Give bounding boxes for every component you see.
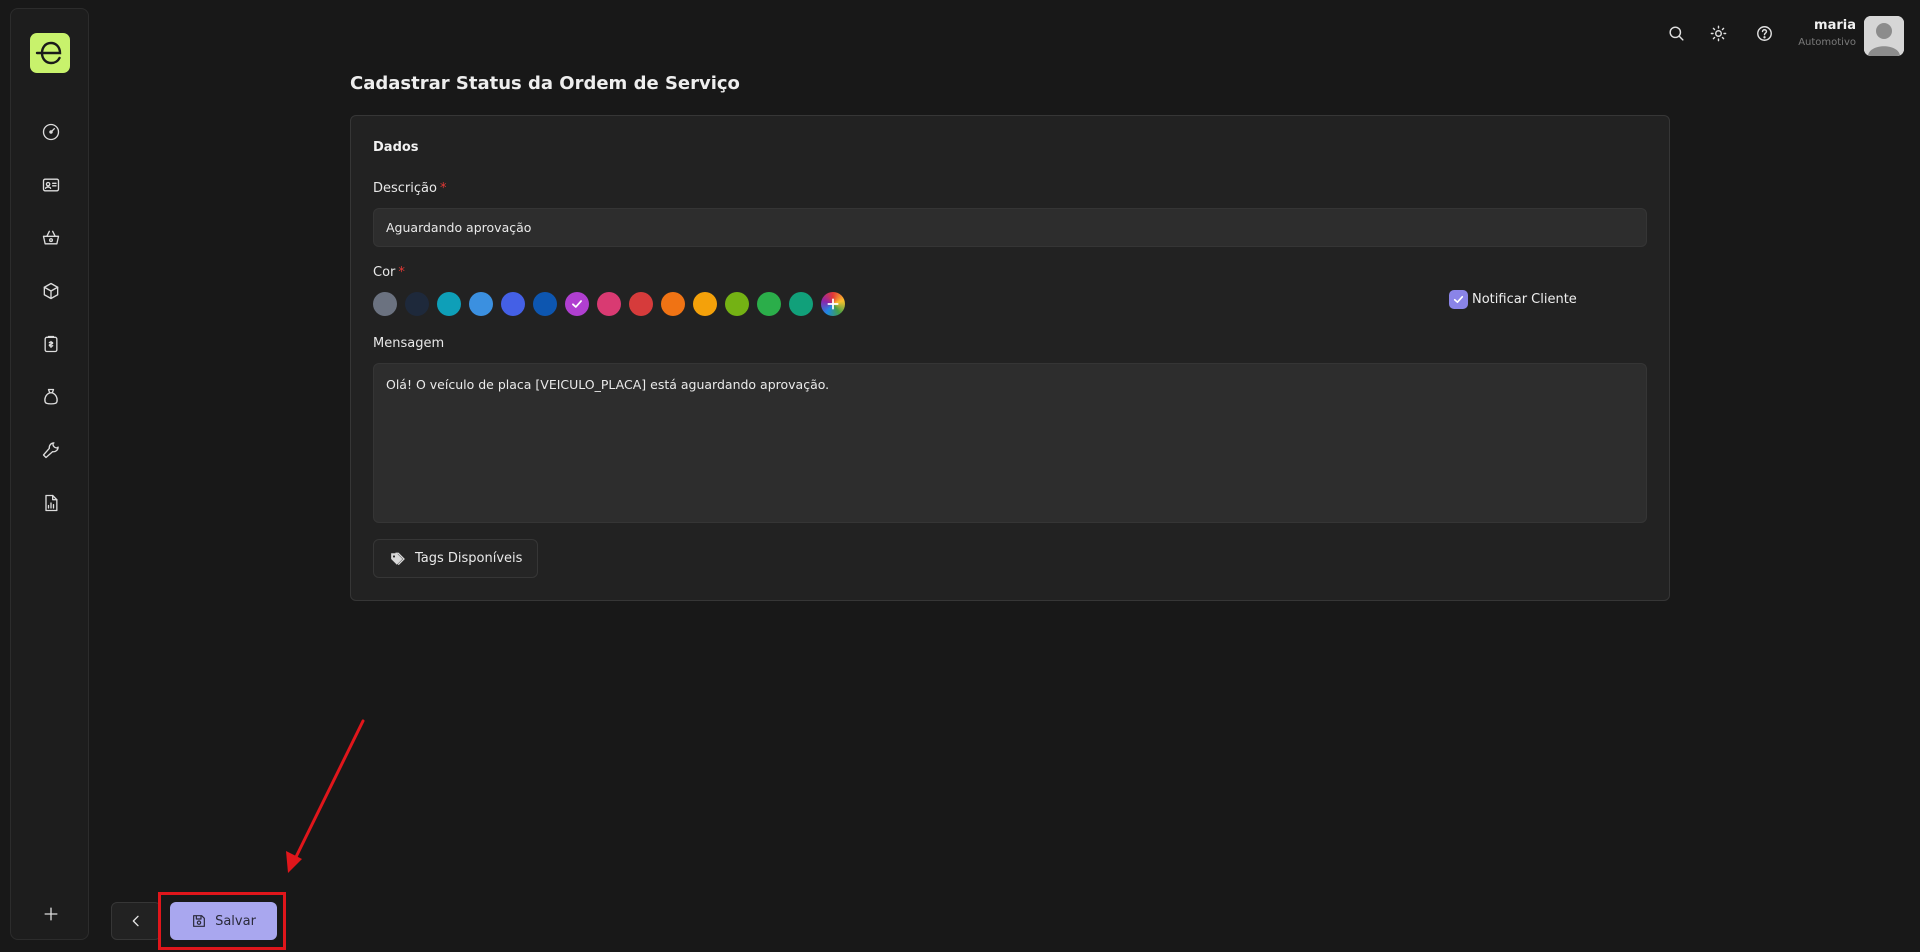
sidebar-item-products[interactable] [37, 277, 65, 305]
form-card: Dados Descrição * Aguardando aprovação Co… [350, 115, 1670, 601]
color-swatch[interactable] [661, 292, 685, 316]
search-icon [1668, 25, 1684, 41]
color-swatch[interactable] [469, 292, 493, 316]
save-icon [193, 915, 206, 927]
color-swatch[interactable] [501, 292, 525, 316]
user-name: maria [1814, 18, 1856, 33]
color-swatch[interactable] [789, 292, 813, 316]
sidebar-item-sales[interactable] [37, 224, 65, 252]
avatar[interactable] [1864, 16, 1904, 56]
page-title: Cadastrar Status da Ordem de Serviço [350, 73, 740, 94]
custom-color-swatch[interactable] [821, 292, 845, 316]
sidebar-item-services[interactable] [37, 436, 65, 464]
message-textarea[interactable]: Olá! O veículo de placa [VEICULO_PLACA] … [373, 363, 1647, 523]
search-button[interactable] [1664, 21, 1688, 45]
description-input[interactable]: Aguardando aprovação [373, 208, 1647, 247]
save-button[interactable]: Salvar [170, 902, 277, 940]
color-swatch[interactable] [405, 292, 429, 316]
color-label: Cor * [373, 265, 405, 280]
wrench-icon [42, 442, 59, 459]
back-button[interactable] [111, 902, 161, 940]
color-swatch[interactable] [629, 292, 653, 316]
basket-icon [42, 230, 60, 245]
color-swatch[interactable] [757, 292, 781, 316]
notify-client-checkbox[interactable]: Notificar Cliente [1449, 287, 1577, 311]
annotation-arrow [286, 719, 365, 873]
dashboard-icon [42, 123, 60, 141]
sidebar-item-finance[interactable] [37, 383, 65, 411]
contact-card-icon [42, 178, 60, 192]
sidebar-item-contacts[interactable] [37, 171, 65, 199]
color-swatch[interactable] [725, 292, 749, 316]
save-label: Salvar [215, 913, 256, 929]
checkbox-checked[interactable] [1449, 289, 1468, 309]
report-icon [45, 494, 58, 512]
theme-toggle-button[interactable] [1706, 21, 1730, 45]
money-bag-icon [44, 388, 58, 405]
sidebar-item-dashboard[interactable] [37, 118, 65, 146]
clipboard-icon [44, 335, 58, 353]
help-button[interactable] [1752, 21, 1776, 45]
required-mark: * [398, 265, 405, 280]
sidebar-item-orders[interactable] [37, 330, 65, 358]
chevron-left-icon [132, 915, 139, 927]
box-icon [43, 282, 59, 300]
user-avatar-icon [1864, 16, 1904, 56]
logo-e-icon [35, 41, 62, 65]
sidebar-add-button[interactable] [37, 900, 65, 928]
color-swatch[interactable] [597, 292, 621, 316]
user-company: Automotivo [1798, 37, 1856, 48]
sidebar-item-reports[interactable] [37, 489, 65, 517]
help-icon [1756, 25, 1772, 41]
notify-client-label: Notificar Cliente [1472, 291, 1577, 307]
plus-icon [827, 298, 839, 310]
color-swatch[interactable] [693, 292, 717, 316]
color-swatch[interactable] [437, 292, 461, 316]
available-tags-button[interactable]: Tags Disponíveis [373, 539, 539, 578]
sun-icon [1710, 25, 1726, 41]
tags-icon [391, 552, 405, 565]
check-icon [572, 300, 582, 308]
color-swatch[interactable] [565, 292, 589, 316]
app-logo[interactable] [30, 33, 70, 73]
message-label: Mensagem [373, 336, 445, 351]
color-swatch[interactable] [533, 292, 557, 316]
section-title: Dados [373, 140, 419, 155]
available-tags-label: Tags Disponíveis [415, 551, 523, 566]
sidebar [10, 8, 89, 940]
plus-icon [44, 907, 58, 921]
required-mark: * [439, 181, 447, 196]
check-icon [1453, 295, 1464, 303]
color-swatch[interactable] [373, 292, 397, 316]
description-label: Descrição * [373, 181, 447, 196]
